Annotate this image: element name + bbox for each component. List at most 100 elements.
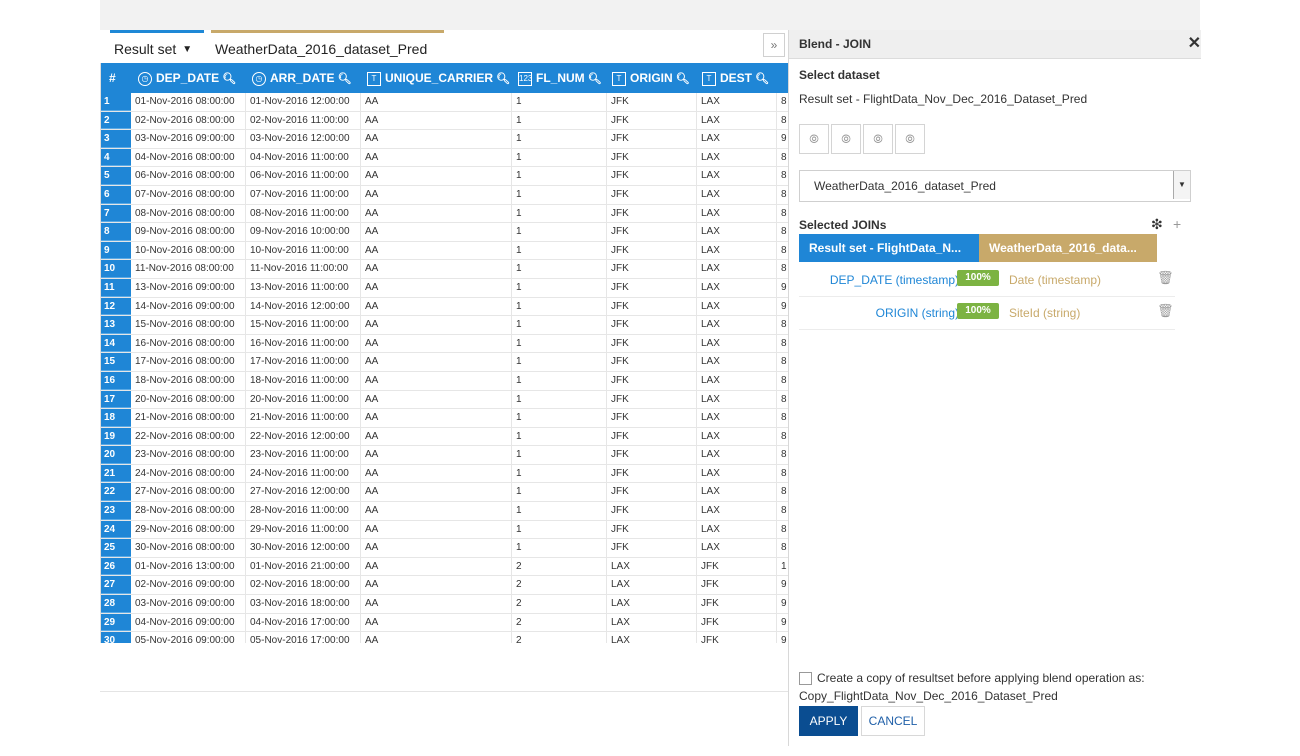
search-icon[interactable]: 🔍︎ [222, 64, 236, 93]
arr-date-cell: 18-Nov-2016 11:00:00 [246, 371, 361, 390]
dest-cell: LAX [697, 353, 777, 371]
table-row[interactable]: 10 11-Nov-2016 08:00:00 11-Nov-2016 11:00:… [101, 260, 789, 279]
table-row[interactable]: 4 04-Nov-2016 08:00:00 04-Nov-2016 11:00:0… [101, 148, 789, 168]
left-join-icon[interactable]: ⦾ [831, 124, 861, 154]
join-header-right: WeatherData_2016_data... [979, 234, 1157, 262]
table-row[interactable]: 5 06-Nov-2016 08:00:00 06-Nov-2016 11:00:0… [101, 167, 789, 186]
carrier-cell: AA [361, 167, 512, 185]
origin-cell: JFK [607, 520, 697, 539]
fl-num-cell: 1 [512, 167, 607, 185]
table-row[interactable]: 20 23-Nov-2016 08:00:00 23-Nov-2016 11:00:… [101, 446, 789, 465]
table-row[interactable]: 21 24-Nov-2016 08:00:00 24-Nov-2016 11:00:… [101, 464, 789, 484]
search-icon[interactable]: 🔍︎ [496, 64, 510, 93]
fl-num-cell: 1 [512, 483, 607, 502]
add-join-icon[interactable]: + [1173, 216, 1181, 232]
table-row[interactable]: 13 15-Nov-2016 08:00:00 15-Nov-2016 11:00:… [101, 316, 789, 335]
arr-date-cell: 02-Nov-2016 11:00:00 [246, 111, 361, 130]
panel-title: Blend - JOIN [799, 37, 872, 51]
search-icon[interactable]: 🔍︎ [755, 64, 769, 93]
table-row[interactable]: 28 03-Nov-2016 09:00:00 03-Nov-2016 18:00:… [101, 595, 789, 614]
table-row[interactable]: 22 27-Nov-2016 08:00:00 27-Nov-2016 12:00:… [101, 483, 789, 503]
selected-joins-label: Selected JOINs [799, 218, 887, 232]
origin-cell: JFK [607, 278, 697, 297]
column-header-fl-num[interactable]: 123 FL_NUM 🔍︎ [518, 63, 606, 93]
dest-cell: LAX [697, 130, 777, 148]
fl-num-cell: 1 [512, 260, 607, 278]
chevron-down-icon[interactable]: ▼ [1173, 171, 1190, 199]
right-join-icon[interactable]: ⦾ [863, 124, 893, 154]
table-row[interactable]: 25 30-Nov-2016 08:00:00 30-Nov-2016 12:00:… [101, 539, 789, 558]
join-right-column[interactable]: Date (timestamp) [1009, 273, 1101, 287]
carrier-cell: AA [361, 316, 512, 334]
match-badge[interactable]: 100% [957, 303, 999, 319]
table-row[interactable]: 19 22-Nov-2016 08:00:00 22-Nov-2016 12:00:… [101, 427, 789, 447]
cancel-button[interactable]: CANCEL [861, 706, 925, 736]
column-header-arr-date[interactable]: ◷ ARR_DATE 🔍︎ [252, 63, 362, 93]
outer-join-icon[interactable]: ⦾ [895, 124, 925, 154]
column-header-dep-date[interactable]: ◷ DEP_DATE 🔍︎ [138, 63, 248, 93]
table-row[interactable]: 15 17-Nov-2016 08:00:00 17-Nov-2016 11:00:… [101, 353, 789, 372]
table-row[interactable]: 16 18-Nov-2016 08:00:00 18-Nov-2016 11:00:… [101, 371, 789, 391]
search-icon[interactable]: 🔍︎ [676, 64, 690, 93]
table-row[interactable]: 12 14-Nov-2016 09:00:00 14-Nov-2016 12:00:… [101, 297, 789, 317]
table-row[interactable]: 17 20-Nov-2016 08:00:00 20-Nov-2016 11:00:… [101, 390, 789, 410]
table-row[interactable]: 1 01-Nov-2016 08:00:00 01-Nov-2016 12:00:0… [101, 93, 789, 112]
table-row[interactable]: 29 04-Nov-2016 09:00:00 04-Nov-2016 17:00:… [101, 613, 789, 633]
fl-num-cell: 2 [512, 576, 607, 595]
grid-header: # ◷ DEP_DATE 🔍︎ ◷ ARR_DATE 🔍︎ T UNIQUE_CARRIE… [101, 63, 789, 93]
table-row[interactable]: 9 10-Nov-2016 08:00:00 10-Nov-2016 11:00:0… [101, 241, 789, 261]
trash-icon[interactable]: 🗑︎ [1157, 270, 1174, 286]
fl-num-cell: 1 [512, 353, 607, 371]
arr-date-cell: 04-Nov-2016 17:00:00 [246, 613, 361, 632]
search-icon[interactable]: 🔍︎ [588, 64, 602, 93]
column-header-origin[interactable]: T ORIGIN 🔍︎ [612, 63, 698, 93]
dataset-dropdown[interactable]: WeatherData_2016_dataset_Pred ▼ [799, 170, 1191, 202]
arr-date-cell: 28-Nov-2016 11:00:00 [246, 502, 361, 520]
inner-join-icon[interactable]: ⦾ [799, 124, 829, 154]
join-left-column[interactable]: ORIGIN (string) [876, 306, 959, 320]
table-row[interactable]: 30 05-Nov-2016 09:00:00 05-Nov-2016 17:00:… [101, 632, 789, 643]
apply-button[interactable]: APPLY [799, 706, 858, 736]
table-row[interactable]: 24 29-Nov-2016 08:00:00 29-Nov-2016 11:00:… [101, 520, 789, 540]
carrier-cell: AA [361, 130, 512, 148]
table-row[interactable]: 3 03-Nov-2016 09:00:00 03-Nov-2016 12:00:0… [101, 130, 789, 149]
arr-date-cell: 20-Nov-2016 11:00:00 [246, 390, 361, 409]
table-row[interactable]: 8 09-Nov-2016 08:00:00 09-Nov-2016 10:00:0… [101, 223, 789, 242]
select-dataset-label: Select dataset [799, 68, 880, 82]
search-icon[interactable]: 🔍︎ [337, 64, 351, 93]
table-row[interactable]: 11 13-Nov-2016 09:00:00 13-Nov-2016 11:00:… [101, 278, 789, 298]
arr-date-cell: 30-Nov-2016 12:00:00 [246, 539, 361, 557]
table-row[interactable]: 6 07-Nov-2016 08:00:00 07-Nov-2016 11:00:0… [101, 185, 789, 205]
row-number: 22 [101, 483, 131, 502]
fl-num-cell: 1 [512, 185, 607, 204]
table-row[interactable]: 14 16-Nov-2016 08:00:00 16-Nov-2016 11:00:… [101, 334, 789, 354]
close-icon[interactable]: ✕ [1188, 33, 1201, 53]
join-right-column[interactable]: SiteId (string) [1009, 306, 1080, 320]
caret-down-icon[interactable]: ▼ [182, 34, 192, 66]
origin-cell: LAX [607, 595, 697, 613]
table-row[interactable]: 27 02-Nov-2016 09:00:00 02-Nov-2016 18:00:… [101, 576, 789, 596]
fl-num-cell: 2 [512, 632, 607, 643]
row-number: 18 [101, 409, 131, 427]
carrier-cell: AA [361, 464, 512, 483]
column-header-label: # [109, 71, 116, 85]
join-row: DEP_DATE (timestamp) 100% Date (timestam… [799, 264, 1175, 297]
tab-weather-dataset[interactable]: WeatherData_2016_dataset_Pred [211, 30, 444, 62]
join-left-column[interactable]: DEP_DATE (timestamp) [830, 273, 959, 287]
collapse-panel-icon[interactable]: » [763, 33, 785, 57]
column-header-label: DEP_DATE [156, 71, 220, 85]
table-row[interactable]: 18 21-Nov-2016 08:00:00 21-Nov-2016 11:00:… [101, 409, 789, 428]
tab-result-set[interactable]: Result set ▼ [110, 30, 204, 62]
dest-cell: LAX [697, 520, 777, 539]
table-row[interactable]: 23 28-Nov-2016 08:00:00 28-Nov-2016 11:00:… [101, 502, 789, 521]
table-row[interactable]: 7 08-Nov-2016 08:00:00 08-Nov-2016 11:00:0… [101, 204, 789, 224]
table-row[interactable]: 2 02-Nov-2016 08:00:00 02-Nov-2016 11:00:0… [101, 111, 789, 131]
column-header-unique-carrier[interactable]: T UNIQUE_CARRIER 🔍︎ [367, 63, 513, 93]
match-badge[interactable]: 100% [957, 270, 999, 286]
table-row[interactable]: 26 01-Nov-2016 13:00:00 01-Nov-2016 21:00:… [101, 557, 789, 577]
copy-checkbox[interactable] [799, 672, 812, 685]
auto-join-icon[interactable]: ❇︎ [1151, 216, 1163, 233]
carrier-cell: AA [361, 427, 512, 446]
trash-icon[interactable]: 🗑︎ [1157, 303, 1174, 319]
column-header-dest[interactable]: T DEST 🔍︎ [702, 63, 782, 93]
